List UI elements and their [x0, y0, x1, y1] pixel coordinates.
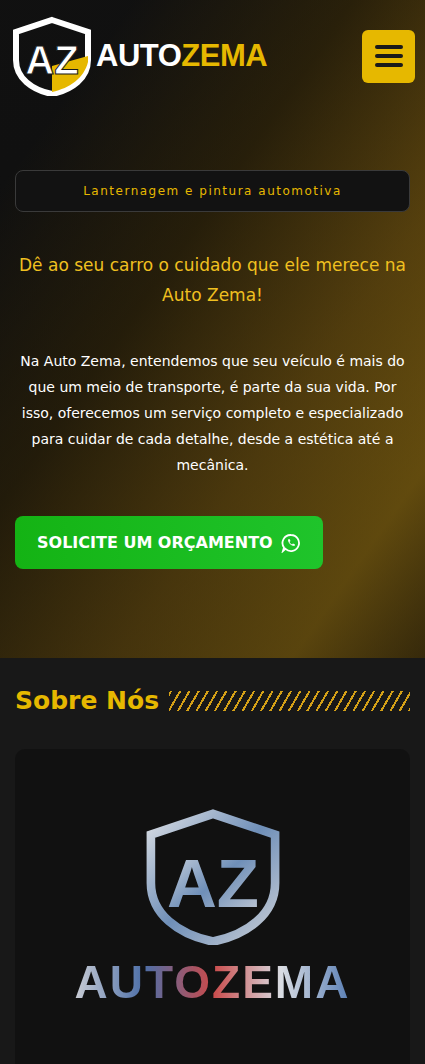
shield-logo-icon: AZ: [10, 16, 94, 96]
hero-text: Na Auto Zema, entendemos que seu veículo…: [15, 348, 410, 478]
menu-bar: [375, 45, 403, 49]
logo[interactable]: AZ AUTOZEMA: [10, 16, 267, 96]
shield-logo-icon: AZ: [138, 807, 288, 945]
hero: AZ AUTOZEMA Lanternagem e pintura automoti…: [0, 0, 425, 658]
about-heading: Sobre Nós: [15, 686, 410, 715]
about-logo-name: AUTOZEMA: [75, 955, 351, 1009]
header: AZ AUTOZEMA: [0, 0, 425, 98]
about-title: Sobre Nós: [15, 686, 159, 715]
menu-button[interactable]: [362, 30, 415, 83]
menu-bar: [375, 63, 403, 67]
quote-button[interactable]: SOLICITE UM ORÇAMENTO: [15, 516, 323, 569]
about-section: Sobre Nós AZ AUTOZEMA: [0, 658, 425, 1064]
svg-text:AZ: AZ: [167, 845, 259, 922]
hatch-decoration: [169, 691, 410, 711]
whatsapp-icon: [281, 533, 301, 553]
svg-text:AZ: AZ: [25, 38, 78, 82]
menu-bar: [375, 54, 403, 58]
hero-badge: Lanternagem e pintura automotiva: [15, 170, 410, 212]
hero-content: Lanternagem e pintura automotiva Dê ao se…: [0, 98, 425, 569]
about-card: AZ AUTOZEMA: [15, 749, 410, 1064]
page: AZ AUTOZEMA Lanternagem e pintura automoti…: [0, 0, 425, 1064]
hero-title: Dê ao seu carro o cuidado que ele merece…: [15, 250, 410, 310]
quote-button-label: SOLICITE UM ORÇAMENTO: [37, 533, 273, 552]
logo-name: AUTOZEMA: [96, 38, 267, 74]
